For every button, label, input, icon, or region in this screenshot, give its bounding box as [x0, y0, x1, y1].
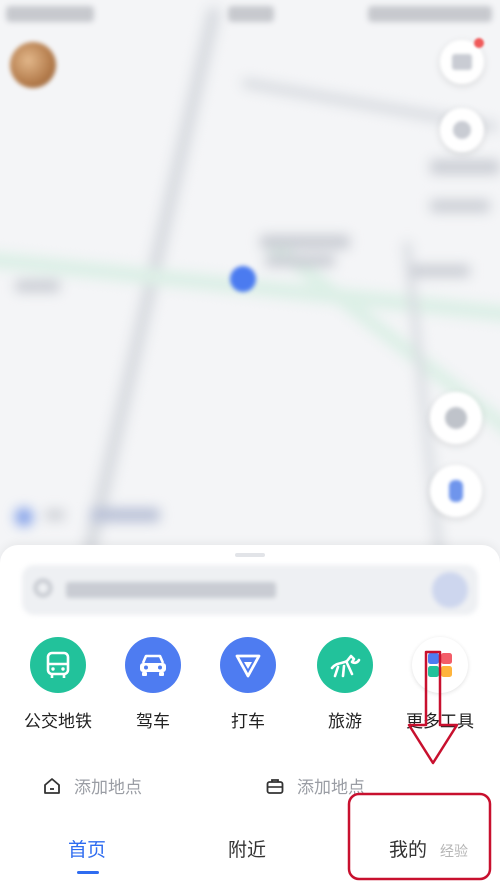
compass-button[interactable]	[440, 108, 484, 152]
tool-label: 公交地铁	[24, 712, 92, 732]
tab-nearby[interactable]: 附近	[228, 835, 266, 862]
status-bar-center	[228, 6, 274, 22]
avatar[interactable]	[10, 42, 56, 88]
place-label: 添加地点	[297, 778, 365, 798]
add-home-place[interactable]: 添加地点	[42, 773, 142, 798]
plus-icon	[445, 407, 467, 429]
map-view[interactable]	[0, 0, 500, 560]
tool-label: 旅游	[328, 712, 362, 732]
active-tab-indicator	[77, 871, 99, 874]
add-work-place[interactable]: 添加地点	[265, 773, 365, 798]
status-bar-right	[368, 6, 492, 22]
search-placeholder	[66, 582, 276, 598]
compass-icon	[453, 121, 471, 139]
tool-label: 更多工具	[406, 712, 474, 732]
notification-dot	[474, 38, 484, 48]
briefcase-icon	[266, 778, 284, 794]
status-bar-left	[6, 6, 94, 22]
tab-mine[interactable]: 我的	[389, 835, 427, 862]
zoom-button[interactable]	[430, 392, 482, 444]
tool-label: 打车	[231, 712, 265, 732]
tab-home[interactable]: 首页	[68, 835, 106, 862]
layers-icon	[452, 54, 472, 70]
sheet-handle[interactable]	[235, 553, 265, 557]
bus-icon	[30, 637, 86, 693]
horse-icon	[317, 637, 373, 693]
voice-icon[interactable]	[432, 572, 468, 608]
tool-taxi[interactable]: 打车	[203, 637, 293, 732]
location-marker-icon	[230, 266, 256, 292]
tool-more[interactable]: 更多工具	[395, 637, 485, 732]
tool-transit[interactable]: 公交地铁	[13, 637, 103, 732]
search-icon	[34, 579, 52, 597]
bottom-sheet: 公交地铁 驾车 打车 旅游 更多工具 添加地点 添加地点 首页 附近 我的	[0, 545, 500, 889]
taxi-icon	[220, 637, 276, 693]
bottom-tab-bar: 首页 附近 我的	[0, 835, 500, 879]
grid-icon	[412, 637, 468, 693]
watermark: 经验	[440, 844, 468, 860]
navigation-arrow-icon	[449, 480, 463, 502]
place-label: 添加地点	[74, 778, 142, 798]
car-icon	[125, 637, 181, 693]
tool-label: 驾车	[136, 712, 170, 732]
locate-button[interactable]	[430, 465, 482, 517]
tool-drive[interactable]: 驾车	[108, 637, 198, 732]
home-icon	[44, 777, 60, 794]
quick-places: 添加地点 添加地点	[0, 773, 500, 803]
search-bar[interactable]	[22, 565, 478, 615]
tool-travel[interactable]: 旅游	[300, 637, 390, 732]
tool-row: 公交地铁 驾车 打车 旅游 更多工具	[0, 637, 500, 737]
